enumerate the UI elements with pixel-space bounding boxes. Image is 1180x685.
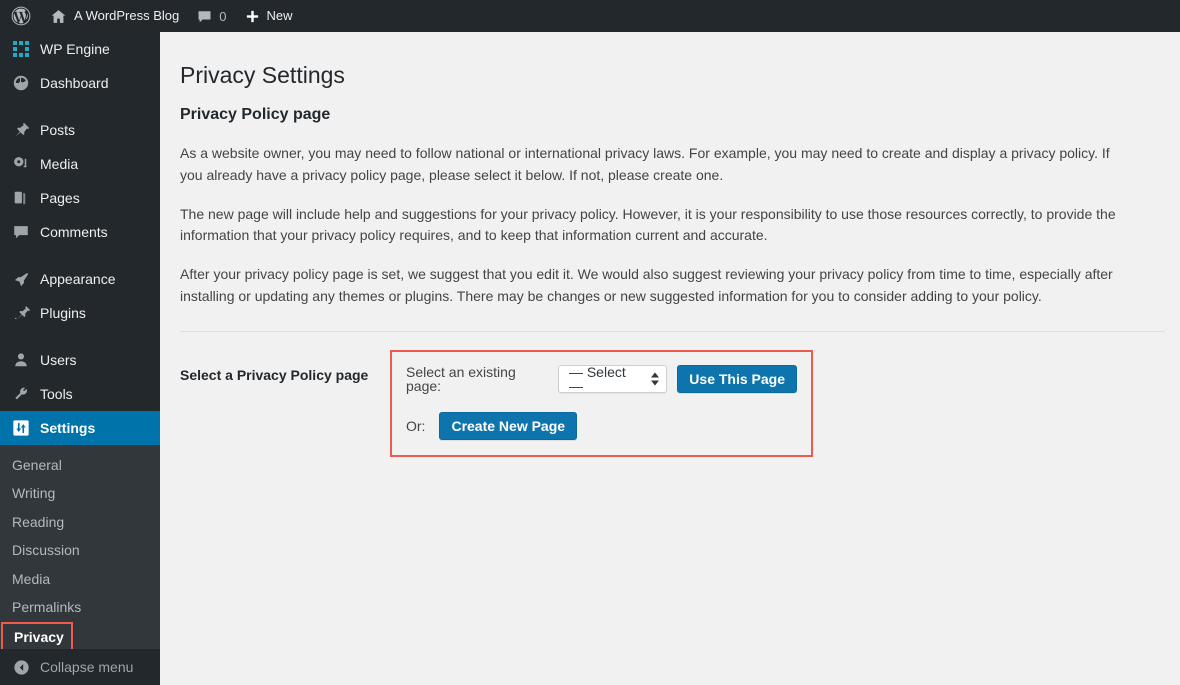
sidebar-item-posts[interactable]: Posts [0, 113, 160, 147]
new-label: New [266, 8, 293, 23]
sidebar-item-label: Users [40, 352, 77, 368]
collapse-arrow-icon [11, 657, 31, 677]
pin-icon [11, 120, 31, 140]
existing-page-select[interactable]: — Select — [557, 364, 668, 395]
menu-separator [0, 100, 160, 113]
sidebar-item-wp-engine[interactable]: WP Engine [0, 32, 160, 66]
sidebar-item-label: Plugins [40, 305, 86, 321]
sidebar-item-appearance[interactable]: Appearance [0, 262, 160, 296]
sidebar-item-tools[interactable]: Tools [0, 377, 160, 411]
comment-count: 0 [219, 8, 227, 24]
pages-icon [11, 188, 31, 208]
media-icon [11, 154, 31, 174]
comment-bubble-icon [197, 9, 212, 24]
sidebar-item-settings[interactable]: Settings [0, 411, 168, 445]
submenu-item-general[interactable]: General [0, 452, 160, 480]
submenu-item-discussion[interactable]: Discussion [0, 537, 160, 565]
sidebar-item-label: Tools [40, 386, 73, 402]
sidebar-item-label: WP Engine [40, 41, 110, 57]
sidebar-item-label: Dashboard [40, 75, 109, 91]
form-row-label: Select a Privacy Policy page [180, 367, 369, 384]
sidebar-item-comments[interactable]: Comments [0, 215, 160, 249]
sidebar-item-dashboard[interactable]: Dashboard [0, 66, 160, 100]
privacy-page-selection-box: Select an existing page: — Select — Use … [390, 350, 813, 458]
intro-paragraph-1: As a website owner, you may need to foll… [180, 145, 1110, 183]
intro-paragraph-3: After your privacy policy page is set, w… [180, 266, 1113, 304]
plug-icon [11, 303, 31, 323]
sidebar-item-label: Settings [40, 420, 96, 436]
existing-page-label: Select an existing page: [406, 364, 516, 395]
page-title: Privacy Settings [180, 62, 345, 88]
sidebar-item-plugins[interactable]: Plugins [0, 296, 160, 330]
section-divider [180, 331, 1165, 333]
new-content-menu[interactable]: New [236, 0, 302, 32]
wrench-icon [11, 384, 31, 404]
privacy-policy-form: Select a Privacy Policy page Select an e… [180, 350, 1158, 458]
admin-menu: WP Engine Dashboard Posts Media Pages Co… [0, 32, 168, 445]
create-page-row: Or: Create New Page [406, 412, 797, 441]
create-new-page-button[interactable]: Create New Page [439, 412, 578, 441]
sidebar-item-users[interactable]: Users [0, 343, 160, 377]
comment-bubble-icon [11, 222, 31, 242]
settings-sliders-icon [11, 418, 31, 438]
sidebar-item-label: Comments [40, 224, 108, 240]
sidebar-item-label: Pages [40, 190, 80, 206]
site-name-label: A WordPress Blog [74, 8, 180, 23]
wordpress-logo-button[interactable] [0, 0, 41, 32]
submenu-item-reading[interactable]: Reading [0, 509, 160, 537]
wpengine-grid-icon [11, 39, 31, 59]
submenu-item-media[interactable]: Media [0, 566, 160, 594]
admin-bar: A WordPress Blog 0 New [0, 0, 1180, 32]
plus-icon [245, 9, 260, 24]
sidebar-item-label: Posts [40, 122, 76, 138]
menu-separator [0, 330, 160, 343]
sidebar-item-label: Appearance [40, 271, 116, 287]
use-this-page-button[interactable]: Use This Page [677, 365, 797, 394]
existing-page-row: Select an existing page: — Select — Use … [406, 364, 797, 395]
sidebar-item-media[interactable]: Media [0, 147, 160, 181]
sidebar-item-label: Media [40, 156, 79, 172]
dashboard-gauge-icon [11, 73, 31, 93]
section-title: Privacy Policy page [180, 105, 331, 123]
paintbrush-icon [11, 269, 31, 289]
admin-sidebar: WP Engine Dashboard Posts Media Pages Co… [0, 32, 168, 685]
content-wrap: Privacy Settings Privacy Policy page As … [160, 32, 1180, 458]
settings-submenu: General Writing Reading Discussion Media… [0, 445, 160, 664]
submenu-item-writing[interactable]: Writing [0, 480, 160, 508]
collapse-menu-button[interactable]: Collapse menu [0, 649, 160, 685]
chevron-updown-icon [651, 372, 660, 386]
existing-page-select-value: — Select — [568, 364, 626, 395]
main-content: Privacy Settings Privacy Policy page As … [160, 32, 1180, 685]
collapse-menu-label: Collapse menu [40, 659, 134, 675]
or-label: Or: [406, 418, 426, 435]
submenu-item-permalinks[interactable]: Permalinks [0, 594, 160, 622]
site-name-menu[interactable]: A WordPress Blog [41, 0, 188, 32]
comments-menu[interactable]: 0 [188, 0, 235, 32]
home-icon [50, 8, 67, 25]
sidebar-item-pages[interactable]: Pages [0, 181, 160, 215]
menu-separator [0, 249, 160, 262]
user-icon [11, 350, 31, 370]
intro-paragraph-2: The new page will include help and sugge… [180, 205, 1116, 244]
wordpress-logo-icon [11, 6, 31, 26]
